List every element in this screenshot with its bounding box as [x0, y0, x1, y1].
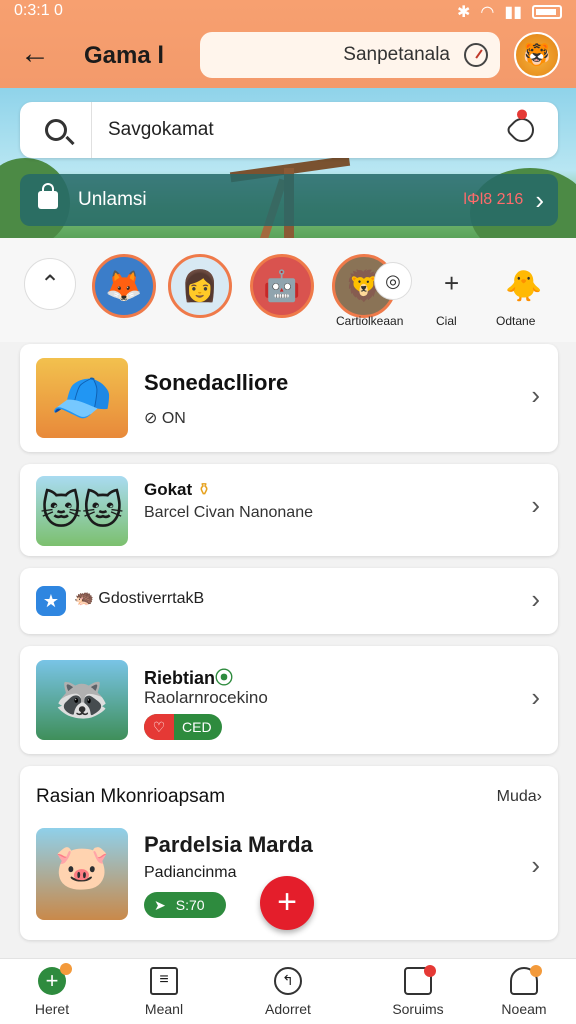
story-avatar[interactable]: 👩	[168, 254, 232, 318]
nav-item-profile[interactable]: Noeam	[474, 965, 574, 1017]
wifi-icon: ◠	[480, 4, 495, 21]
lock-icon	[38, 183, 58, 209]
bottom-navigation: + Heret ≡ Meanl ↰ Adorret Soruims Noeam	[0, 958, 576, 1024]
section-item-subtitle: Padiancinma	[144, 864, 237, 881]
nav-item-home[interactable]: + Heret	[2, 963, 102, 1017]
promo-label: Unlamsi	[78, 189, 147, 210]
tag-icon[interactable]	[505, 113, 539, 147]
nav-label: Adorret	[265, 1001, 311, 1017]
check-circle-icon: ⊘	[144, 410, 162, 427]
card-thumbnail[interactable]: 🐷	[36, 828, 128, 920]
search-icon[interactable]	[20, 102, 92, 158]
section-header: Rasian Mkonrioapsam	[36, 786, 226, 807]
signal-icon: ▮▮	[504, 4, 522, 21]
home-icon: +	[38, 963, 72, 995]
nav-label: Noeam	[501, 1001, 547, 1017]
profile-avatar[interactable]: 🐯	[514, 32, 560, 78]
status-icons: ✱ ◠ ▮▮	[457, 2, 562, 22]
plus-icon[interactable]: +	[444, 268, 459, 299]
card-thumbnail: 🐱🐱	[36, 476, 128, 546]
story-label: Cartiolkeaan	[336, 314, 404, 328]
search-bar[interactable]: Savgokamat	[20, 102, 558, 158]
add-fab-button[interactable]: +	[260, 876, 314, 930]
card-status: ⊘ ON	[144, 410, 186, 427]
chevron-right-icon: ›	[531, 584, 540, 614]
user-icon	[510, 965, 542, 995]
battery-icon	[532, 5, 562, 19]
star-icon: ★	[36, 586, 66, 616]
card-thumbnail: 🧢	[36, 358, 128, 438]
back-arrow-icon[interactable]: ←	[20, 39, 52, 72]
card-subtitle: Barcel Civan Nanonane	[144, 504, 313, 521]
story-add-icon[interactable]: ⌃	[24, 258, 76, 310]
header-search-field[interactable]: Sanpetanala	[200, 32, 500, 78]
card-subtitle: Raolarnrocekino	[144, 688, 268, 707]
story-user-icon[interactable]: ◎	[374, 262, 412, 300]
list-item[interactable]: 🦝 Riebtian⦿ Raolarnrocekino ♡ CED ›	[20, 646, 558, 754]
nav-item-services[interactable]: Soruims	[368, 965, 468, 1017]
box-icon	[404, 965, 436, 995]
section-item-title[interactable]: Pardelsia Marda	[144, 832, 313, 858]
heart-icon: ♡	[144, 714, 174, 740]
nav-label: Soruims	[392, 1001, 444, 1017]
chevron-right-icon: ›	[535, 184, 544, 215]
coin-icon: ⚱	[196, 480, 212, 499]
list-item[interactable]: ★ 🦔 GdostiverrtakB ›	[20, 568, 558, 634]
nav-label: Heret	[34, 1001, 70, 1017]
status-time: 0:3:1 0	[14, 2, 63, 19]
search-input[interactable]: Savgokamat	[92, 119, 510, 141]
card-title: 🦔 GdostiverrtakB	[74, 590, 205, 607]
chevron-right-icon[interactable]: ›	[531, 850, 540, 881]
nav-label: Meanl	[144, 1001, 184, 1017]
story-label: Cial	[436, 314, 457, 328]
header-search-value: Sanpetanala	[343, 44, 450, 65]
story-avatar[interactable]: 🐥	[498, 260, 550, 312]
card-title: Riebtian⦿	[144, 668, 234, 688]
story-avatar[interactable]: 🤖	[250, 254, 314, 318]
card-title: Sonedaclliore	[144, 370, 289, 395]
chevron-right-icon: ›	[531, 490, 540, 520]
stories-row: ⌃ 🦊 👩 🤖 🦁 Cartiolkeaan ◎ + Cial 🐥 Odtane	[0, 238, 576, 342]
promo-banner[interactable]: Unlamsi lΦl8 216 ›	[20, 174, 558, 226]
nav-item-activity[interactable]: ↰ Adorret	[238, 967, 338, 1017]
clock-icon: ↰	[274, 967, 302, 995]
more-link[interactable]: Muda›	[497, 788, 542, 806]
page-title: Gama l	[84, 42, 165, 69]
story-label: Odtane	[496, 314, 536, 328]
chevron-right-icon: ›	[531, 380, 540, 410]
bluetooth-icon: ✱	[457, 4, 471, 21]
status-bar: 0:3:1 0 ✱ ◠ ▮▮	[0, 0, 576, 24]
menu-icon: ≡	[150, 967, 178, 995]
story-avatar[interactable]: 🦊	[92, 254, 156, 318]
arrow-icon: ➤	[154, 896, 166, 913]
compass-icon[interactable]	[464, 43, 488, 67]
nav-item-menu[interactable]: ≡ Meanl	[114, 967, 214, 1017]
top-bar: 0:3:1 0 ✱ ◠ ▮▮ ← Gama l Sanpetanala 🐯	[0, 0, 576, 88]
card-thumbnail: 🦝	[36, 660, 128, 740]
promo-amount: lΦl8 216	[463, 191, 524, 208]
card-title: Gokat ⚱	[144, 480, 212, 499]
list-item[interactable]: 🐱🐱 Gokat ⚱ Barcel Civan Nanonane ›	[20, 464, 558, 556]
chevron-right-icon: ›	[531, 682, 540, 712]
price-badge: ➤ S:70	[144, 892, 226, 918]
list-item[interactable]: 🧢 Sonedaclliore ⊘ ON ›	[20, 344, 558, 452]
status-badge: ♡ CED	[144, 714, 222, 740]
